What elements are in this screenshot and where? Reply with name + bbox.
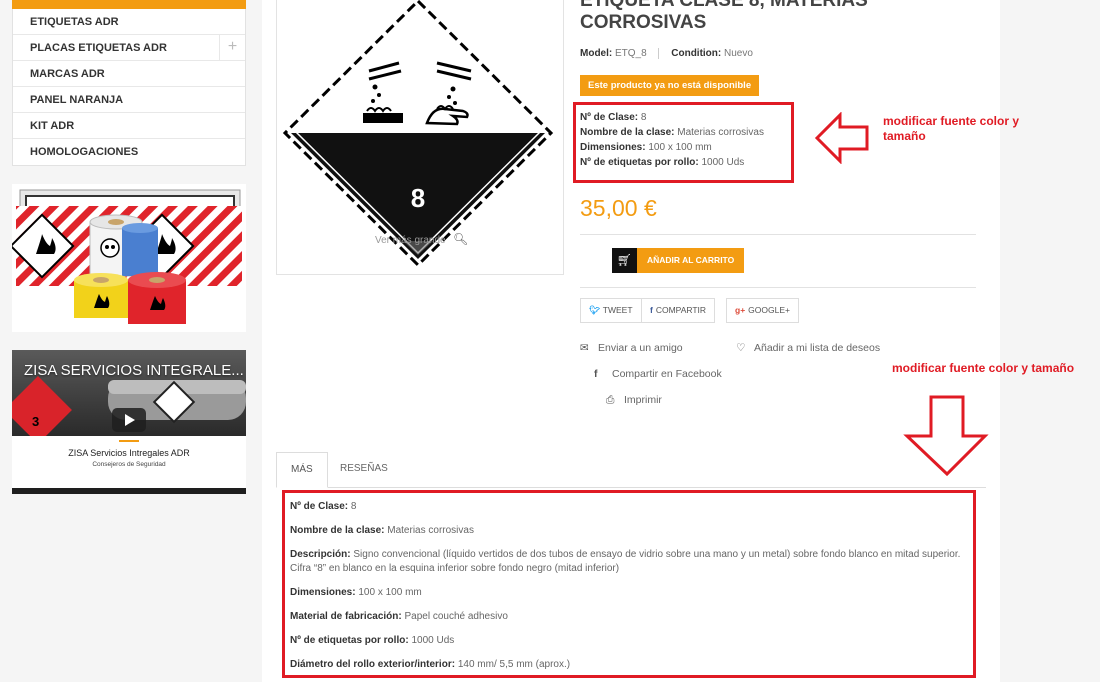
category-label: PLACAS ETIQUETAS ADR bbox=[30, 42, 167, 54]
video-thumbnail: ZISA SERVICIOS INTEGRALE... 3 bbox=[12, 350, 246, 436]
category-menu-accent-bar bbox=[12, 0, 246, 9]
facebook-icon: f bbox=[594, 368, 598, 380]
product-price: 35,00 € bbox=[580, 195, 657, 221]
down-arrow-icon bbox=[903, 395, 989, 477]
accent-divider bbox=[119, 440, 139, 442]
category-kit-adr[interactable]: KIT ADR bbox=[13, 113, 245, 139]
model-value: ETQ_8 bbox=[615, 48, 647, 60]
product-meta: Model: ETQ_8 Condition: Nuevo bbox=[580, 48, 753, 59]
category-label: PANEL NARANJA bbox=[30, 94, 124, 106]
label-rolls-image bbox=[12, 184, 246, 332]
tweet-button[interactable]: 🐦︎ TWEET bbox=[580, 298, 642, 323]
category-menu: ETIQUETAS ADR PLACAS ETIQUETAS ADR + MAR… bbox=[12, 9, 246, 166]
category-label: HOMOLOGACIONES bbox=[30, 146, 139, 158]
labels-promo-banner[interactable] bbox=[12, 184, 246, 332]
magnifier-icon[interactable]: 🔍︎ bbox=[453, 232, 468, 246]
tab-mas[interactable]: MÁS bbox=[276, 452, 328, 488]
category-marcas-adr[interactable]: MARCAS ADR bbox=[13, 61, 245, 87]
meta-divider bbox=[658, 48, 660, 59]
tab-label: MÁS bbox=[291, 464, 313, 475]
category-label: ETIQUETAS ADR bbox=[30, 16, 119, 28]
product-image-box[interactable]: 8 Ver más grande 🔍︎ bbox=[276, 0, 564, 275]
channel-subtitle: Consejeros de Seguridad bbox=[92, 461, 166, 468]
google-plus-icon: g+ bbox=[735, 305, 746, 315]
share-facebook-link[interactable]: f Compartir en Facebook bbox=[594, 368, 722, 380]
availability-badge: Este producto ya no está disponible bbox=[580, 75, 760, 96]
category-label: KIT ADR bbox=[30, 120, 75, 132]
twitter-icon: 🐦︎ bbox=[589, 305, 600, 315]
send-to-friend-label: Enviar a un amigo bbox=[598, 342, 683, 354]
sidebar: ETIQUETAS ADR PLACAS ETIQUETAS ADR + MAR… bbox=[12, 0, 246, 494]
category-panel-naranja[interactable]: PANEL NARANJA bbox=[13, 87, 245, 113]
envelope-icon: ✉ bbox=[580, 342, 589, 354]
channel-name: ZISA Servicios Intregales ADR bbox=[68, 448, 190, 458]
condition-label: Condition: bbox=[671, 48, 722, 60]
send-to-friend-link[interactable]: ✉ Enviar a un amigo bbox=[580, 342, 683, 354]
facebook-share-button[interactable]: f COMPARTIR bbox=[641, 298, 716, 323]
placard-number: 8 bbox=[411, 183, 425, 213]
video-title: ZISA SERVICIOS INTEGRALE... bbox=[24, 362, 244, 379]
video-hazard-number: 3 bbox=[32, 414, 40, 429]
tweet-label: TWEET bbox=[602, 305, 633, 315]
print-label: Imprimir bbox=[624, 394, 662, 406]
embedded-video[interactable]: ZISA SERVICIOS INTEGRALE... 3 ZISA Servi… bbox=[12, 350, 246, 494]
divider bbox=[580, 287, 976, 288]
model-label: Model: bbox=[580, 48, 613, 60]
play-icon[interactable] bbox=[112, 408, 146, 432]
product-tabs: MÁS RESEÑAS bbox=[276, 452, 986, 488]
zoom-text[interactable]: Ver más grande bbox=[375, 235, 446, 246]
annotation-box-details bbox=[282, 490, 976, 678]
cart-icon: 🛒︎ bbox=[612, 248, 637, 273]
tab-resenas[interactable]: RESEÑAS bbox=[326, 452, 402, 488]
google-plus-label: GOOGLE+ bbox=[748, 305, 790, 315]
expand-plus-icon[interactable]: + bbox=[219, 35, 245, 60]
annotation-note-2: modificar fuente color y tamaño bbox=[892, 361, 1075, 375]
condition-value: Nuevo bbox=[724, 48, 753, 60]
product-title: ETIQUETA CLASE 8, MATERIAS CORROSIVAS bbox=[580, 0, 868, 33]
category-homologaciones[interactable]: HOMOLOGACIONES bbox=[13, 139, 245, 165]
add-to-cart-label: AÑADIR AL CARRITO bbox=[647, 255, 735, 265]
facebook-share-label: COMPARTIR bbox=[655, 305, 707, 315]
category-label: MARCAS ADR bbox=[30, 68, 105, 80]
video-channel-card: ZISA Servicios Intregales ADR Consejeros… bbox=[12, 436, 246, 488]
tab-label: RESEÑAS bbox=[340, 463, 388, 474]
google-plus-button[interactable]: g+ GOOGLE+ bbox=[726, 298, 799, 323]
divider bbox=[580, 234, 976, 235]
category-etiquetas-adr[interactable]: ETIQUETAS ADR bbox=[13, 9, 245, 35]
category-placas-etiquetas-adr[interactable]: PLACAS ETIQUETAS ADR + bbox=[13, 35, 245, 61]
add-to-cart-button[interactable]: 🛒︎ AÑADIR AL CARRITO bbox=[612, 248, 745, 273]
facebook-icon: f bbox=[650, 305, 653, 315]
annotation-box-short-description bbox=[573, 102, 794, 183]
print-link[interactable]: ⎙ Imprimir bbox=[606, 394, 662, 407]
heart-icon: ♡ bbox=[736, 342, 746, 354]
share-facebook-label: Compartir en Facebook bbox=[612, 368, 722, 380]
left-arrow-icon bbox=[814, 112, 869, 164]
annotation-note-1: modificar fuente color y tamaño bbox=[883, 114, 1020, 143]
wishlist-label: Añadir a mi lista de deseos bbox=[754, 342, 881, 354]
add-to-wishlist-link[interactable]: ♡ Añadir a mi lista de deseos bbox=[736, 342, 880, 354]
printer-icon: ⎙ bbox=[606, 394, 615, 406]
